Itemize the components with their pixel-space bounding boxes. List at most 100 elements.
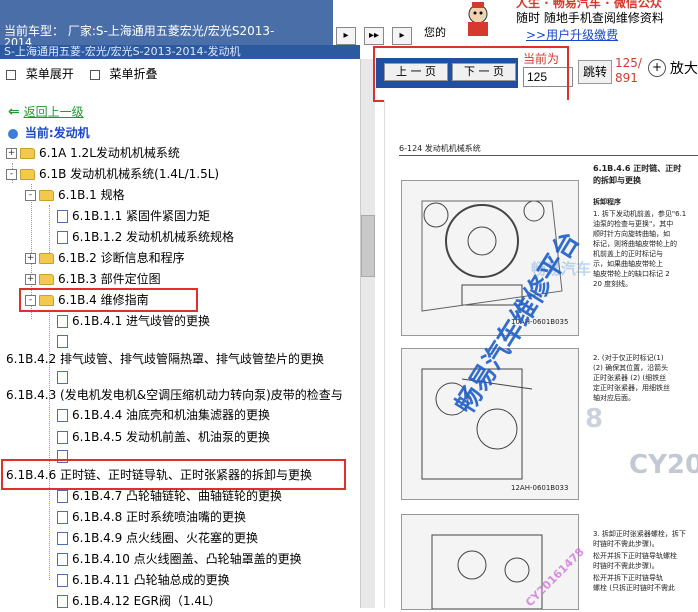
document-icon (57, 553, 68, 566)
tree-scroll-thumb[interactable] (361, 215, 375, 277)
tree-item[interactable]: 6.1B.4.9 点火线圈、火花塞的更换 (57, 528, 258, 548)
step-2-line: 轴对应后面。 (593, 394, 635, 402)
document-page: 6-124 发动机机械系统 10AH-0601B035 12AH-0601B03… (384, 100, 698, 610)
step-2-line: 定正时张紧器，用细铁丝 (593, 384, 670, 392)
tree-item-label: 6.1A 1.2L发动机机械系统 (39, 146, 180, 160)
document-icon (57, 231, 68, 244)
tree-item[interactable]: 6.1B.4.2 排气歧管、排气歧管隔热罩、排气歧管垫片的更换 (6, 349, 324, 369)
tree-item-label: 6.1B.3 部件定位图 (58, 272, 161, 286)
document-icon (57, 574, 68, 587)
tree-item[interactable] (57, 367, 72, 387)
tree-panel: 菜单展开 菜单折叠 ⇐ 返回上一级 当前:发动机 +6.1A 1.2L发动机机械… (0, 59, 360, 608)
step-1-line: 顺时针方向旋转曲轴，如 (593, 230, 670, 238)
tree-item-label: 6.1B.4.4 油底壳和机油集滤器的更换 (72, 408, 271, 422)
document-icon (57, 371, 68, 384)
expander-icon[interactable]: + (6, 148, 17, 159)
tree-item-label: 6.1B.4.8 正时系统喷油嘴的更换 (72, 510, 247, 524)
current-icon (8, 128, 18, 139)
document-icon (57, 595, 68, 608)
engine-drawing-3 (431, 534, 543, 610)
tree-item[interactable]: +6.1B.2 诊断信息和程序 (25, 248, 185, 268)
tree-item-label: 6.1B.4.5 发动机前盖、机油泵的更换 (72, 430, 271, 444)
step-1-line: 1. 拆下发动机前盖，参见"6.1 (593, 210, 687, 218)
collapse-icon (89, 69, 100, 80)
tree-item[interactable]: 6.1B.4.10 点火线圈盖、凸轮轴罩盖的更换 (57, 549, 302, 569)
folder-icon (20, 148, 35, 159)
current-label: 当前:发动机 (24, 126, 90, 140)
highlight-box-maintenance-guide (19, 288, 198, 312)
watermark-text: CY201 (629, 450, 698, 480)
tree-item[interactable]: +6.1B.3 部件定位图 (25, 269, 161, 289)
document-icon (57, 210, 68, 223)
tree-item-label: 6.1B.4.2 排气歧管、排气歧管隔热罩、排气歧管垫片的更换 (6, 352, 325, 366)
tree-item[interactable]: 6.1B.4.12 EGR阀（1.4L） (57, 591, 221, 608)
document-icon (57, 532, 68, 545)
menu-collapse-link[interactable]: 菜单折叠 (110, 67, 158, 81)
expander-icon[interactable]: - (6, 169, 17, 180)
step-3-line: 松开并拆下正时链导轨 (593, 574, 663, 582)
document-icon (57, 511, 68, 524)
step-1-line: 20 度刻线。 (593, 280, 633, 288)
tree-item[interactable]: - 6.1B.1 规格 (25, 185, 125, 205)
menu-expand-link[interactable]: 菜单展开 (26, 67, 74, 81)
vehicle-label: 当前车型： 厂家:S-上海通用五菱宏光/宏光S2013- (4, 24, 275, 38)
expand-icon (6, 69, 16, 80)
folder-open-icon (20, 169, 35, 180)
tree-item[interactable]: 6.1B.4.1 进气歧管的更换 (57, 311, 210, 331)
tree-item[interactable]: +6.1A 1.2L发动机机械系统 (6, 143, 180, 163)
tree-item[interactable] (57, 331, 72, 351)
step-2-line: 正时张紧器 (2) (细铁丝 (593, 374, 667, 382)
figure-engine-3 (401, 514, 579, 610)
step-1-line: 示，如果曲轴皮带轮上 (593, 260, 663, 268)
doc-page-header: 6-124 发动机机械系统 (399, 144, 481, 153)
step-1-line: 标记，则将曲轴皮带轮上的 (593, 240, 677, 248)
document-icon (57, 431, 68, 444)
expander-icon[interactable]: + (25, 253, 36, 264)
folder-icon (39, 274, 54, 285)
tree-item-label: 6.1B.4.1 进气歧管的更换 (72, 314, 211, 328)
tree-item-label: 6.1B.4.3 (发电机发电机&空调压缩机动力转向泵)皮带的检查与 (6, 388, 343, 402)
menu-expand-row: 菜单展开 菜单折叠 (6, 65, 158, 82)
expander-icon[interactable]: + (25, 274, 36, 285)
zoom-in-button[interactable]: + 放大 (648, 58, 698, 84)
tree-item-label: 6.1B 发动机机械系统(1.4L/1.5L) (39, 167, 220, 181)
goto-button[interactable]: 跳转 (578, 60, 612, 84)
step-1-line: 机前盖上的正时标记与 (593, 250, 663, 258)
current-row: 当前:发动机 (8, 124, 90, 141)
document-icon (57, 409, 68, 422)
folder-icon (39, 253, 54, 264)
tree-item[interactable]: 6.1B.1.1 紧固件紧固力矩 (57, 206, 210, 226)
tree-item-label: 6.1B.2 诊断信息和程序 (58, 251, 185, 265)
back-row[interactable]: ⇐ 返回上一级 (8, 103, 84, 120)
tree-item[interactable]: 6.1B.4.7 凸轮轴链轮、曲轴链轮的更换 (57, 486, 282, 506)
tree-item[interactable]: 6.1B.4.5 发动机前盖、机油泵的更换 (57, 427, 270, 447)
breadcrumb-text: S-上海通用五菱-宏光/宏光S-2013-2014-发动机 (4, 45, 241, 58)
nav-next-button[interactable]: ▸ (392, 27, 412, 45)
back-link[interactable]: 返回上一级 (24, 105, 84, 119)
section-title-2: 的拆卸与更换 (593, 176, 641, 185)
document-icon (57, 335, 68, 348)
tree-item-label: 6.1B.1.2 发动机机械系统规格 (72, 230, 235, 244)
promo-link[interactable]: >>用户升级缴费 (526, 26, 618, 43)
section-title-1: 6.1B.4.6 正时链、正时 (593, 164, 682, 173)
tree-item[interactable]: - 6.1B 发动机机械系统(1.4L/1.5L) (6, 164, 219, 184)
step-3-line: 螺栓 (只拆正时链时不需此 (593, 584, 675, 592)
tree-item-label: 6.1B.4.7 凸轮轴链轮、曲轴链轮的更换 (72, 489, 283, 503)
nav-prev-button[interactable]: ▸ (336, 27, 356, 45)
tree-item[interactable]: 6.1B.4.8 正时系统喷油嘴的更换 (57, 507, 246, 527)
tree-item[interactable]: 6.1B.4.4 油底壳和机油集滤器的更换 (57, 405, 270, 425)
nav-split-button[interactable]: ▸▸ (364, 27, 384, 45)
tree-item[interactable]: 6.1B.1.2 发动机机械系统规格 (57, 227, 234, 247)
expander-icon[interactable]: - (25, 190, 36, 201)
tree-item[interactable]: 6.1B.4.3 (发电机发电机&空调压缩机动力转向泵)皮带的检查与 (6, 385, 343, 405)
document-icon (57, 315, 68, 328)
tree-item[interactable]: 6.1B.4.11 凸轮轴总成的更换 (57, 570, 230, 590)
doc-header-rule (399, 155, 698, 156)
step-3-line: 松开并拆下正时链导轨螺栓 (593, 552, 677, 560)
tree-scrollbar[interactable] (360, 59, 375, 608)
step-3-line: 3. 拆卸正时张紧器螺栓，拆下 (593, 530, 686, 538)
zoom-icon: + (648, 59, 666, 77)
step-3-line: 时链时不需此步骤)。 (593, 562, 659, 570)
tree-item-label: 6.1B.4.11 凸轮轴总成的更换 (72, 573, 230, 587)
breadcrumb-bar: S-上海通用五菱-宏光/宏光S-2013-2014-发动机 (0, 45, 360, 59)
